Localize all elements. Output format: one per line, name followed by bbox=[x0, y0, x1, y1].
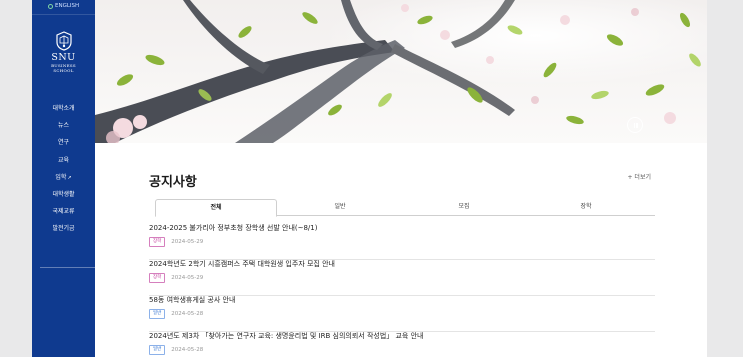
tab-general[interactable]: 일반 bbox=[279, 199, 401, 216]
list-item[interactable]: 2024년도 제3차 「찾아가는 연구자 교육: 생명윤리법 및 IRB 심의의… bbox=[149, 332, 655, 357]
category-badge: 일반 bbox=[149, 345, 166, 355]
menu-item-research[interactable]: 연구 bbox=[32, 138, 95, 155]
external-link-icon: ↗ bbox=[67, 174, 72, 181]
snu-emblem-icon bbox=[55, 31, 72, 51]
category-badge: 장학 bbox=[149, 273, 166, 283]
menu-item-development-fund[interactable]: 발전기금 bbox=[32, 224, 95, 241]
category-badge: 장학 bbox=[149, 237, 166, 247]
more-link[interactable]: + 더보기 bbox=[628, 172, 652, 181]
language-switch[interactable]: ENGLISH bbox=[48, 3, 79, 9]
notice-item-title[interactable]: 2024-2025 불가리아 정부초청 장학생 선발 안내(~8/1) bbox=[149, 224, 655, 233]
menu-item-about[interactable]: 대학소개 bbox=[32, 104, 95, 121]
language-label: ENGLISH bbox=[55, 3, 80, 9]
notice-date: 2024-05-28 bbox=[171, 311, 204, 317]
main-menu: 대학소개 뉴스 연구 교육 입학↗ 대학생활 국제교류 발전기금 bbox=[32, 104, 95, 242]
list-item[interactable]: 2024-2025 불가리아 정부초청 장학생 선발 안내(~8/1) 장학 2… bbox=[149, 224, 655, 260]
pause-button[interactable] bbox=[627, 117, 643, 133]
globe-icon bbox=[48, 3, 53, 9]
category-badge: 일반 bbox=[149, 309, 166, 319]
cherry-blossom-image bbox=[95, 0, 707, 143]
hero-image bbox=[95, 0, 707, 143]
logo-title: SNU bbox=[51, 52, 76, 63]
menu-item-admission[interactable]: 입학↗ bbox=[32, 173, 95, 190]
notice-tabs: 전체 일반 모집 장학 bbox=[155, 199, 655, 217]
notice-date: 2024-05-29 bbox=[171, 275, 204, 281]
notice-item-title[interactable]: 58동 여학생휴게실 공사 안내 bbox=[149, 296, 655, 305]
notice-date: 2024-05-28 bbox=[171, 347, 204, 353]
notice-item-title[interactable]: 2024학년도 2학기 시흥캠퍼스 주택 대학원생 입주자 모집 안내 bbox=[149, 260, 655, 269]
list-item[interactable]: 2024학년도 2학기 시흥캠퍼스 주택 대학원생 입주자 모집 안내 장학 2… bbox=[149, 260, 655, 296]
notice-title: 공지사항 bbox=[149, 175, 197, 190]
menu-item-education[interactable]: 교육 bbox=[32, 156, 95, 173]
snu-logo[interactable]: SNU BUSINESS SCHOOL bbox=[32, 31, 95, 73]
tab-all[interactable]: 전체 bbox=[155, 199, 277, 217]
tab-scholarship[interactable]: 장학 bbox=[525, 199, 647, 216]
menu-item-admission-label: 입학 bbox=[55, 173, 67, 181]
notice-list: 2024-2025 불가리아 정부초청 장학생 선발 안내(~8/1) 장학 2… bbox=[149, 224, 655, 357]
divider bbox=[32, 14, 95, 15]
menu-item-international[interactable]: 국제교류 bbox=[32, 207, 95, 224]
sidebar: ENGLISH SNU BUSINESS SCHOOL 대학소개 뉴스 연구 교… bbox=[32, 0, 119, 357]
notice-item-title[interactable]: 2024년도 제3차 「찾아가는 연구자 교육: 생명윤리법 및 IRB 심의의… bbox=[149, 332, 655, 341]
logo-subtitle-2: SCHOOL bbox=[53, 68, 74, 73]
list-item[interactable]: 58동 여학생휴게실 공사 안내 일반 2024-05-28 bbox=[149, 296, 655, 332]
notice-section: 공지사항 + 더보기 전체 일반 모집 장학 2024-2025 불가리아 정부… bbox=[95, 143, 707, 357]
notice-date: 2024-05-29 bbox=[171, 239, 204, 245]
menu-item-news[interactable]: 뉴스 bbox=[32, 121, 95, 138]
menu-item-campus-life[interactable]: 대학생활 bbox=[32, 190, 95, 207]
tab-recruitment[interactable]: 모집 bbox=[403, 199, 525, 216]
